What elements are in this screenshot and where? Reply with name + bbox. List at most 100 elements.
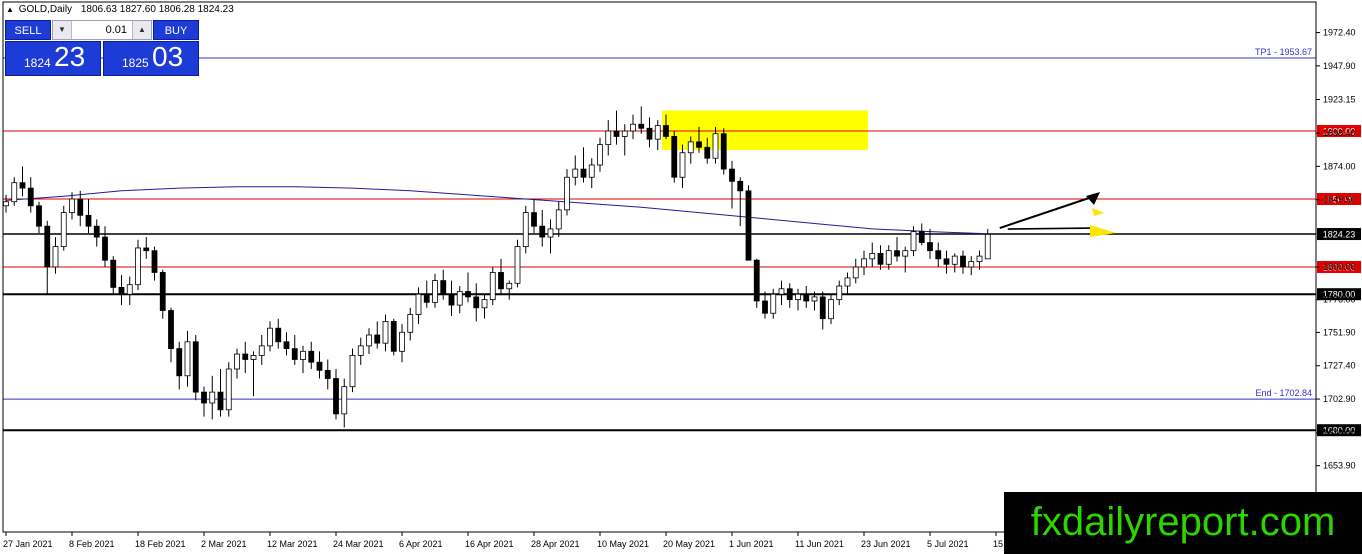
candle-body: [902, 250, 909, 257]
candle: [745, 185, 752, 261]
x-tick-label: 20 May 2021: [663, 539, 715, 549]
candle-body: [192, 341, 199, 393]
candle-body: [209, 391, 216, 404]
candle-body: [11, 182, 18, 203]
candle-body: [555, 209, 562, 230]
candle-body: [663, 125, 669, 137]
y-tick-label: 1849.50: [1323, 195, 1356, 205]
candle-body: [267, 327, 273, 347]
candle-body: [415, 293, 422, 316]
candle-body: [242, 353, 249, 360]
price-label-text: 1824.23: [1323, 230, 1356, 240]
candle-body: [234, 353, 240, 370]
ohlc-label: 1806.63 1827.60 1806.28 1824.23: [80, 4, 234, 15]
candle-body: [943, 258, 950, 265]
candle-body: [531, 212, 537, 227]
candle-body: [143, 247, 150, 252]
lot-decrease-icon[interactable]: ▼: [53, 21, 72, 39]
x-tick-label: 16 Apr 2021: [465, 539, 514, 549]
candle: [489, 267, 496, 306]
candle: [753, 258, 760, 308]
price-axis: 1900.001850.001824.231800.001780.001680.…: [1316, 28, 1361, 504]
candle-body: [36, 205, 42, 227]
y-tick-label: 1702.90: [1323, 394, 1356, 404]
candle-body: [877, 252, 884, 265]
lot-size-field[interactable]: ▼ 0.01 ▲: [52, 20, 152, 40]
candle-body: [489, 272, 496, 301]
candle-body: [844, 277, 851, 287]
sell-price-quote[interactable]: 1824 23: [5, 41, 101, 76]
sell-price-pips: 23: [54, 41, 86, 72]
candle-body: [432, 280, 438, 303]
y-tick-label: 1972.40: [1323, 28, 1356, 38]
candle-body: [423, 293, 430, 303]
sell-button[interactable]: SELL: [5, 20, 51, 40]
y-tick-label: 1776.00: [1323, 295, 1356, 305]
candle-body: [399, 331, 405, 352]
candle-body: [456, 291, 463, 306]
candle-body: [984, 233, 991, 260]
candle-body: [778, 288, 785, 295]
candle-body: [300, 350, 306, 360]
x-tick-label: 8 Feb 2021: [69, 539, 115, 549]
y-tick-label: 1751.90: [1323, 327, 1356, 337]
candle-body: [135, 247, 141, 286]
y-tick-label: 1800.00: [1323, 262, 1356, 272]
candle-body: [126, 284, 133, 295]
candle-body: [52, 246, 59, 268]
candle: [522, 205, 529, 254]
candle-body: [861, 258, 867, 268]
candle-body: [852, 266, 859, 279]
buy-price-prefix: 1825: [122, 56, 149, 70]
y-tick-label: 1898.40: [1323, 128, 1356, 138]
buy-price-quote[interactable]: 1825 03: [103, 41, 199, 76]
candle-body: [927, 242, 933, 252]
chart-title: ▲ GOLD,Daily 1806.63 1827.60 1806.28 182…: [6, 4, 234, 15]
candle-body: [85, 214, 92, 227]
y-tick-label: 1947.90: [1323, 61, 1356, 71]
candle-body: [448, 293, 455, 306]
candle-body: [291, 348, 298, 360]
candle: [390, 318, 397, 356]
price-chart[interactable]: TP1 - 1953.67End - 1702.84 1900.001850.0…: [0, 0, 1362, 554]
candle-body: [473, 296, 480, 309]
candle-body: [605, 130, 612, 145]
candle: [349, 348, 356, 393]
lot-increase-icon[interactable]: ▲: [132, 21, 151, 39]
candle: [671, 131, 678, 183]
candle-body: [69, 198, 75, 214]
collapse-triangle-icon[interactable]: ▲: [6, 5, 14, 14]
buy-button[interactable]: BUY: [153, 20, 199, 40]
y-tick-label: 1727.40: [1323, 361, 1356, 371]
candle-body: [638, 123, 645, 129]
candle-body: [976, 255, 983, 262]
candle-body: [390, 320, 397, 352]
candle-body: [514, 246, 521, 284]
candle-body: [836, 285, 843, 301]
x-tick-label: 18 Feb 2021: [135, 539, 186, 549]
level-annotation: TP1 - 1953.67: [1255, 47, 1312, 57]
candle-body: [803, 293, 810, 302]
candle-body: [440, 280, 447, 295]
y-tick-label: 1678.00: [1323, 428, 1356, 438]
candle-body: [217, 391, 224, 411]
x-tick-label: 24 Mar 2021: [333, 539, 384, 549]
candle-body: [176, 348, 183, 377]
candle-body: [935, 250, 942, 260]
x-tick-label: 11 Jun 2021: [795, 539, 844, 549]
candle-body: [572, 168, 579, 178]
candle-body: [498, 272, 504, 290]
candle-body: [366, 334, 372, 347]
candle-body: [168, 310, 174, 349]
candle-body: [349, 354, 356, 388]
candle-body: [201, 391, 207, 404]
candle-body: [960, 255, 966, 268]
candle-body: [918, 231, 925, 243]
candle-body: [819, 296, 826, 320]
candle-body: [894, 250, 900, 257]
lot-size-value[interactable]: 0.01: [73, 21, 131, 39]
x-tick-label: 12 Mar 2021: [267, 539, 318, 549]
candle: [225, 362, 232, 417]
candle-body: [737, 180, 744, 192]
x-tick-label: 23 Jun 2021: [861, 539, 911, 549]
